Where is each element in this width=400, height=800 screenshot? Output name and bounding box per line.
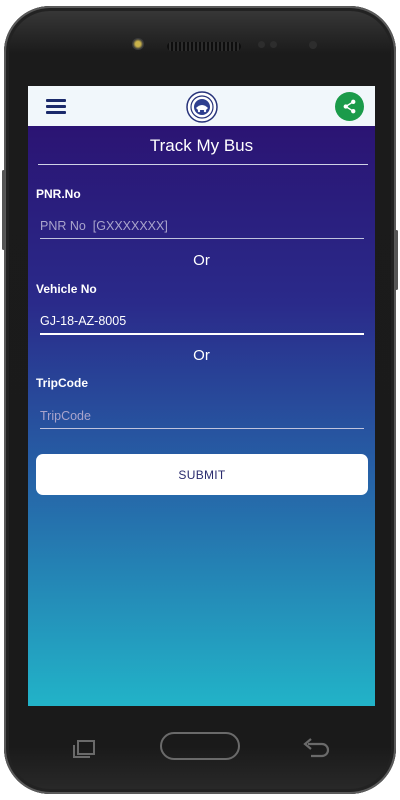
app-screen: Track My Bus PNR.No Or Vehicle No Or Tri… xyxy=(28,86,375,706)
submit-button[interactable]: SUBMIT xyxy=(36,454,368,495)
sensor-dot xyxy=(258,41,265,48)
sensor-dot xyxy=(309,41,317,49)
or-separator: Or xyxy=(193,252,210,269)
pnr-input[interactable] xyxy=(40,214,364,239)
app-bar xyxy=(28,86,375,126)
or-separator: Or xyxy=(193,347,210,364)
front-camera-icon xyxy=(132,38,144,50)
title-divider xyxy=(38,164,368,165)
back-icon[interactable] xyxy=(302,738,330,760)
speaker-grille xyxy=(167,42,241,51)
recent-apps-icon[interactable] xyxy=(72,740,96,758)
power-button xyxy=(395,230,398,290)
sensor-dot xyxy=(270,41,277,48)
vehicle-input[interactable] xyxy=(40,309,364,335)
page-title: Track My Bus xyxy=(149,136,254,155)
vehicle-label: Vehicle No xyxy=(36,282,97,296)
tripcode-input[interactable] xyxy=(40,404,364,429)
tripcode-label: TripCode xyxy=(36,376,89,390)
share-icon[interactable] xyxy=(335,92,364,121)
volume-button xyxy=(2,170,5,250)
pnr-label: PNR.No xyxy=(36,187,81,201)
hamburger-icon[interactable] xyxy=(46,99,66,114)
home-button[interactable] xyxy=(160,732,240,760)
emblem-logo-icon xyxy=(186,91,218,123)
